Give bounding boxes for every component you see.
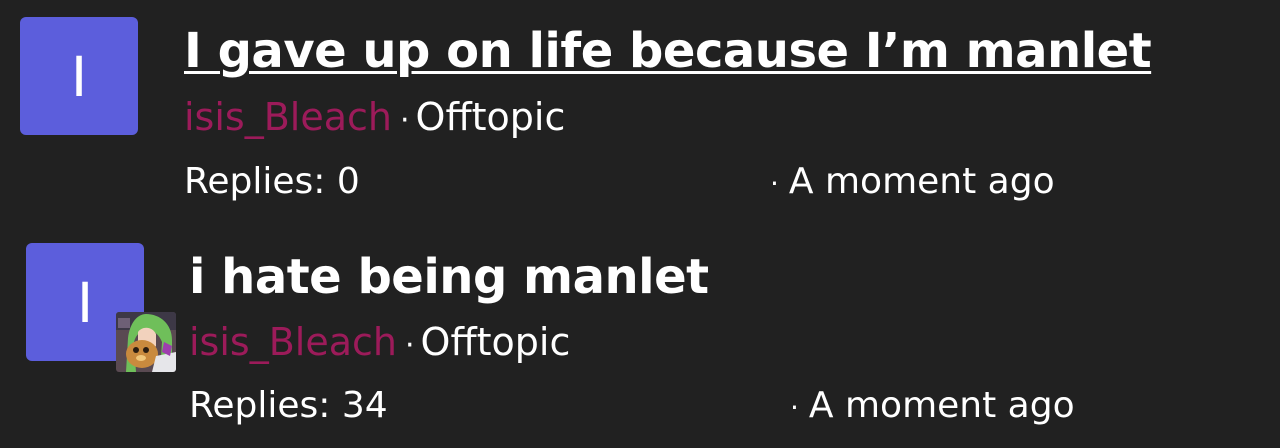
replies-count: Replies: 0 — [184, 161, 360, 202]
category-link[interactable]: Offtopic — [416, 95, 566, 139]
avatar-letter: I — [70, 43, 88, 109]
thread-item[interactable]: I i hate being manlet isis_Bleach · Offtop… — [0, 225, 1280, 445]
meta-separator: · — [404, 328, 415, 363]
thread-item[interactable]: I I gave up on life because I’m manlet i… — [0, 0, 1280, 220]
timestamp-text: A moment ago — [788, 161, 1055, 202]
username-link[interactable]: isis_Bleach — [189, 320, 397, 364]
category-link[interactable]: Offtopic — [421, 320, 571, 364]
timestamp-separator: · — [770, 167, 779, 200]
meta-separator: · — [399, 103, 410, 138]
anime-avatar-image — [116, 312, 176, 372]
avatar-letter: I — [76, 269, 94, 335]
username-link[interactable]: isis_Bleach — [184, 95, 392, 139]
last-activity: · A moment ago — [770, 164, 1055, 200]
replies-count: Replies: 34 — [189, 385, 388, 426]
timestamp-separator: · — [790, 391, 799, 424]
last-activity: · A moment ago — [790, 388, 1075, 424]
timestamp-text: A moment ago — [808, 385, 1075, 426]
thread-title-link[interactable]: i hate being manlet — [189, 253, 709, 301]
thread-avatar[interactable]: I — [20, 17, 138, 135]
thread-title-link[interactable]: I gave up on life because I’m manlet — [184, 27, 1152, 75]
thread-list: I I gave up on life because I’m manlet i… — [0, 0, 1280, 448]
user-avatar-image[interactable] — [116, 312, 176, 372]
thread-meta: isis_Bleach · Offtopic — [189, 323, 570, 361]
thread-meta: isis_Bleach · Offtopic — [184, 98, 565, 136]
